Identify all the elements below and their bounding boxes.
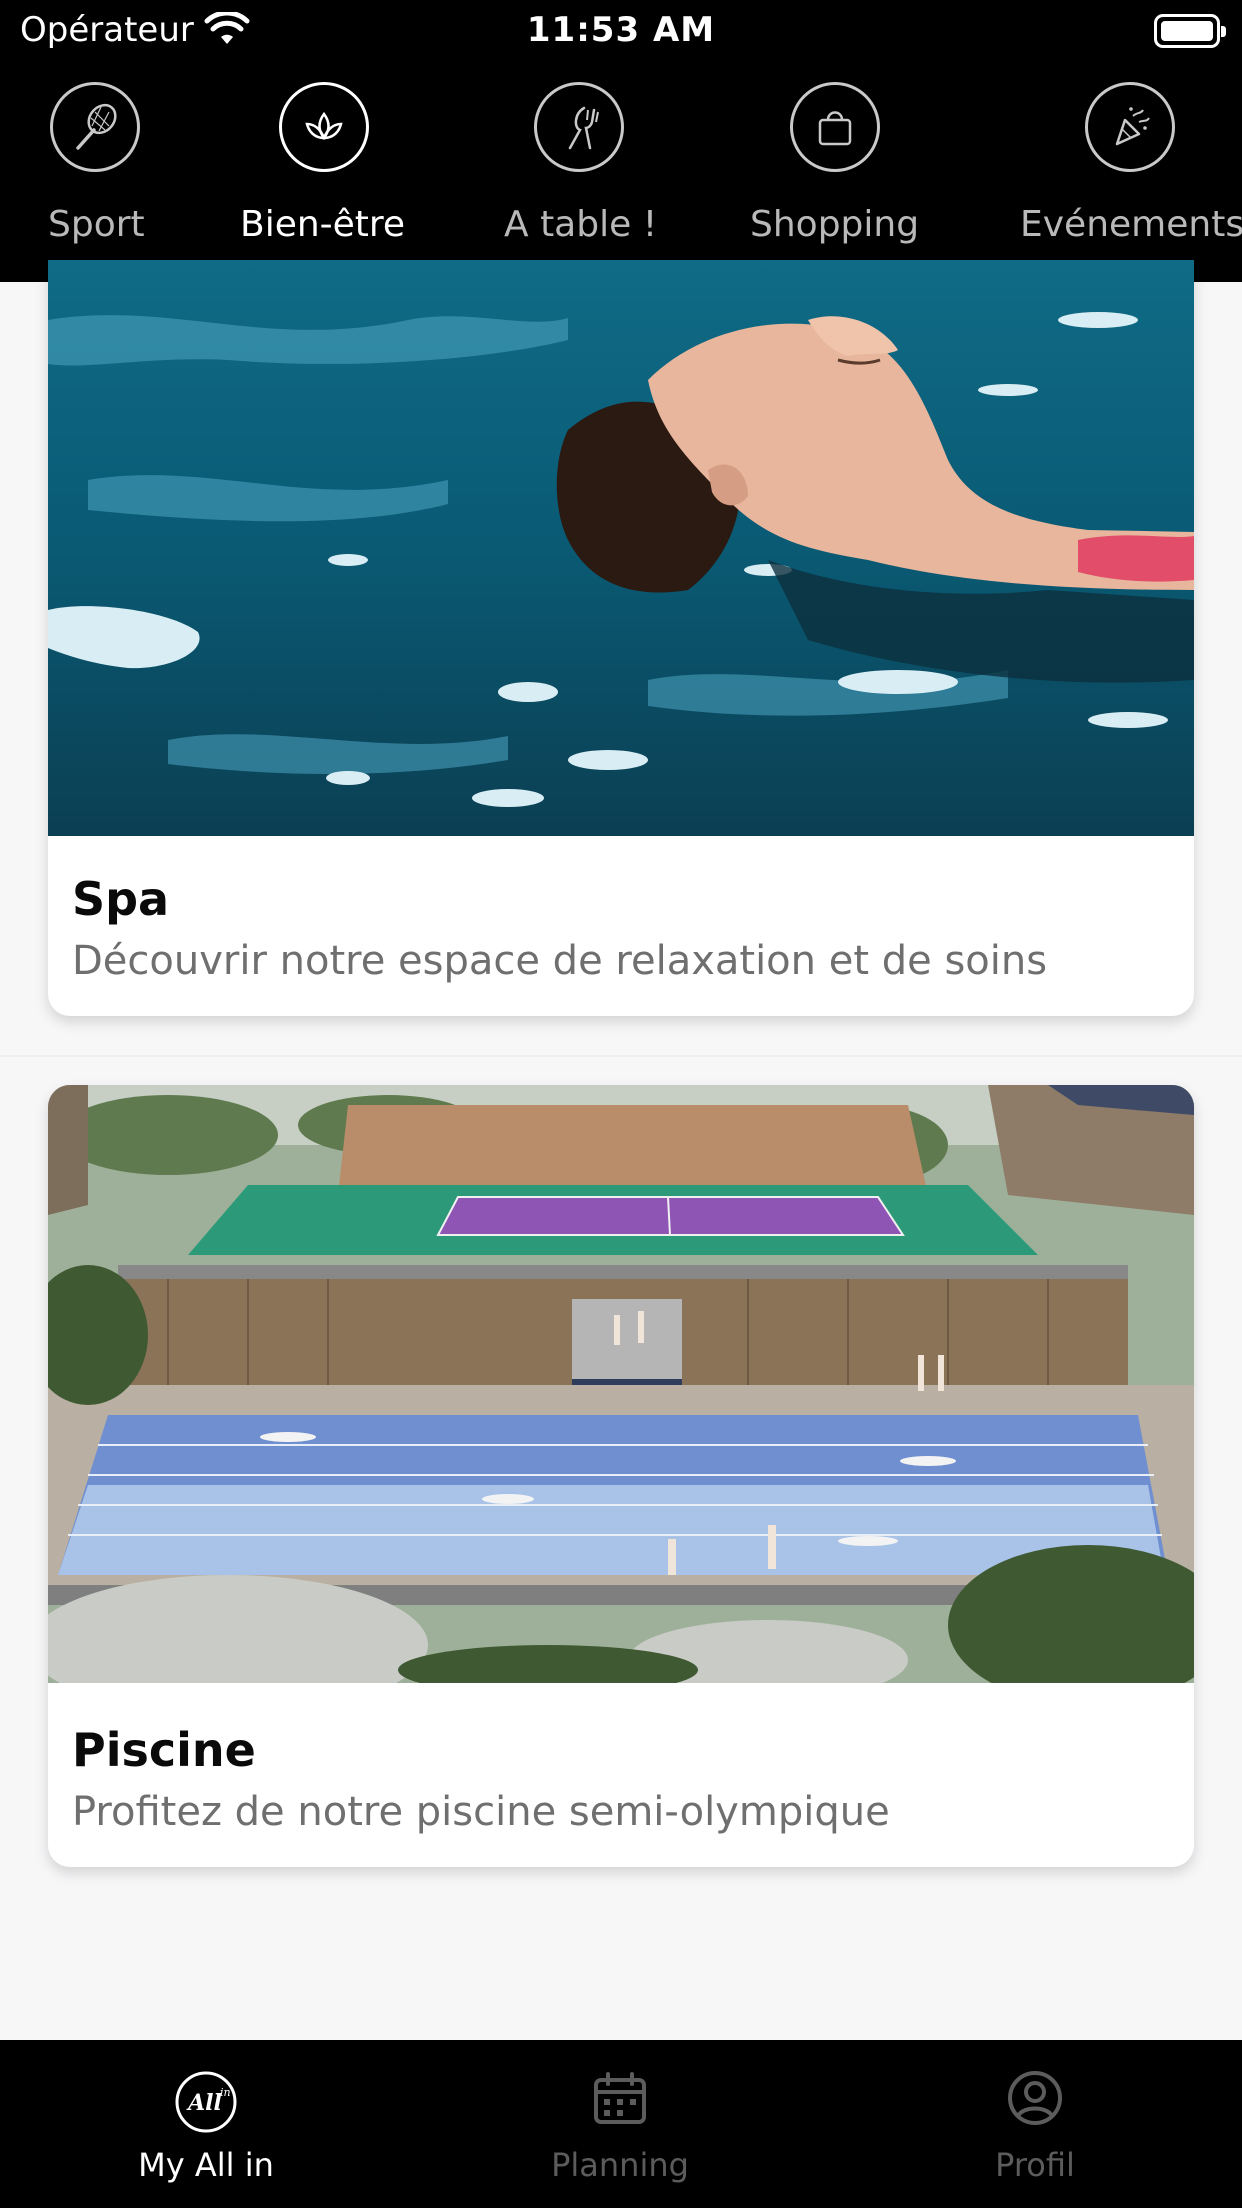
tab-bien-etre-label: Bien-être — [240, 204, 406, 245]
calendar-icon — [594, 2072, 646, 2124]
piscine-card[interactable]: Piscine Profitez de notre piscine semi-o… — [48, 1085, 1194, 1867]
lotus-icon — [305, 111, 343, 141]
svg-text:All: All — [186, 2090, 222, 2116]
clock: 11:53 AM — [526, 10, 716, 50]
spa-card[interactable]: Spa Découvrir notre espace de relaxation… — [48, 260, 1194, 1016]
tab-planning[interactable]: Planning — [540, 2040, 700, 2208]
tab-label: My All in — [138, 2146, 274, 2184]
bottom-tab-bar: All in My All in Planning Profil — [0, 2040, 1242, 2208]
user-circle-icon — [1008, 2071, 1062, 2125]
tab-shopping-label: Shopping — [750, 204, 920, 245]
outdoor-pool-and-tennis-courts-rendering — [48, 1085, 1194, 1683]
tab-sport-label: Sport — [48, 204, 145, 245]
tab-profil[interactable]: Profil — [980, 2040, 1090, 2208]
battery-icon — [1154, 14, 1226, 48]
tab-evenements[interactable]: Evénements — [1020, 64, 1242, 282]
tab-shopping[interactable]: Shopping — [750, 64, 922, 282]
card-description: Profitez de notre piscine semi-olympique — [72, 1789, 890, 1835]
tab-label: Planning — [551, 2146, 689, 2184]
card-description: Découvrir notre espace de relaxation et … — [72, 938, 1048, 984]
card-title: Spa — [72, 872, 170, 926]
tennis-racket-icon — [76, 103, 117, 150]
tab-my-all-in[interactable]: All in My All in — [100, 2040, 312, 2208]
divider — [0, 1055, 1242, 1057]
woman-floating-in-pool-photo — [48, 260, 1194, 836]
tab-a-table[interactable]: A table ! — [504, 64, 658, 282]
tab-evenements-label: Evénements — [1020, 204, 1242, 245]
shopping-bag-icon — [818, 111, 852, 146]
all-in-logo-icon: All in — [175, 2071, 237, 2133]
tab-label: Profil — [995, 2146, 1075, 2184]
category-nav: Sport Bien-être A table ! Shopping Evéne… — [0, 64, 1242, 282]
tab-a-table-label: A table ! — [504, 204, 658, 245]
tab-sport[interactable]: Sport — [48, 64, 145, 282]
card-title: Piscine — [72, 1723, 256, 1777]
svg-text:in: in — [220, 2086, 231, 2099]
status-bar: Opérateur 11:53 AM — [0, 0, 1242, 64]
fork-knife-icon — [568, 106, 599, 150]
tab-bien-etre[interactable]: Bien-être — [236, 64, 412, 282]
party-popper-icon — [1115, 107, 1150, 146]
